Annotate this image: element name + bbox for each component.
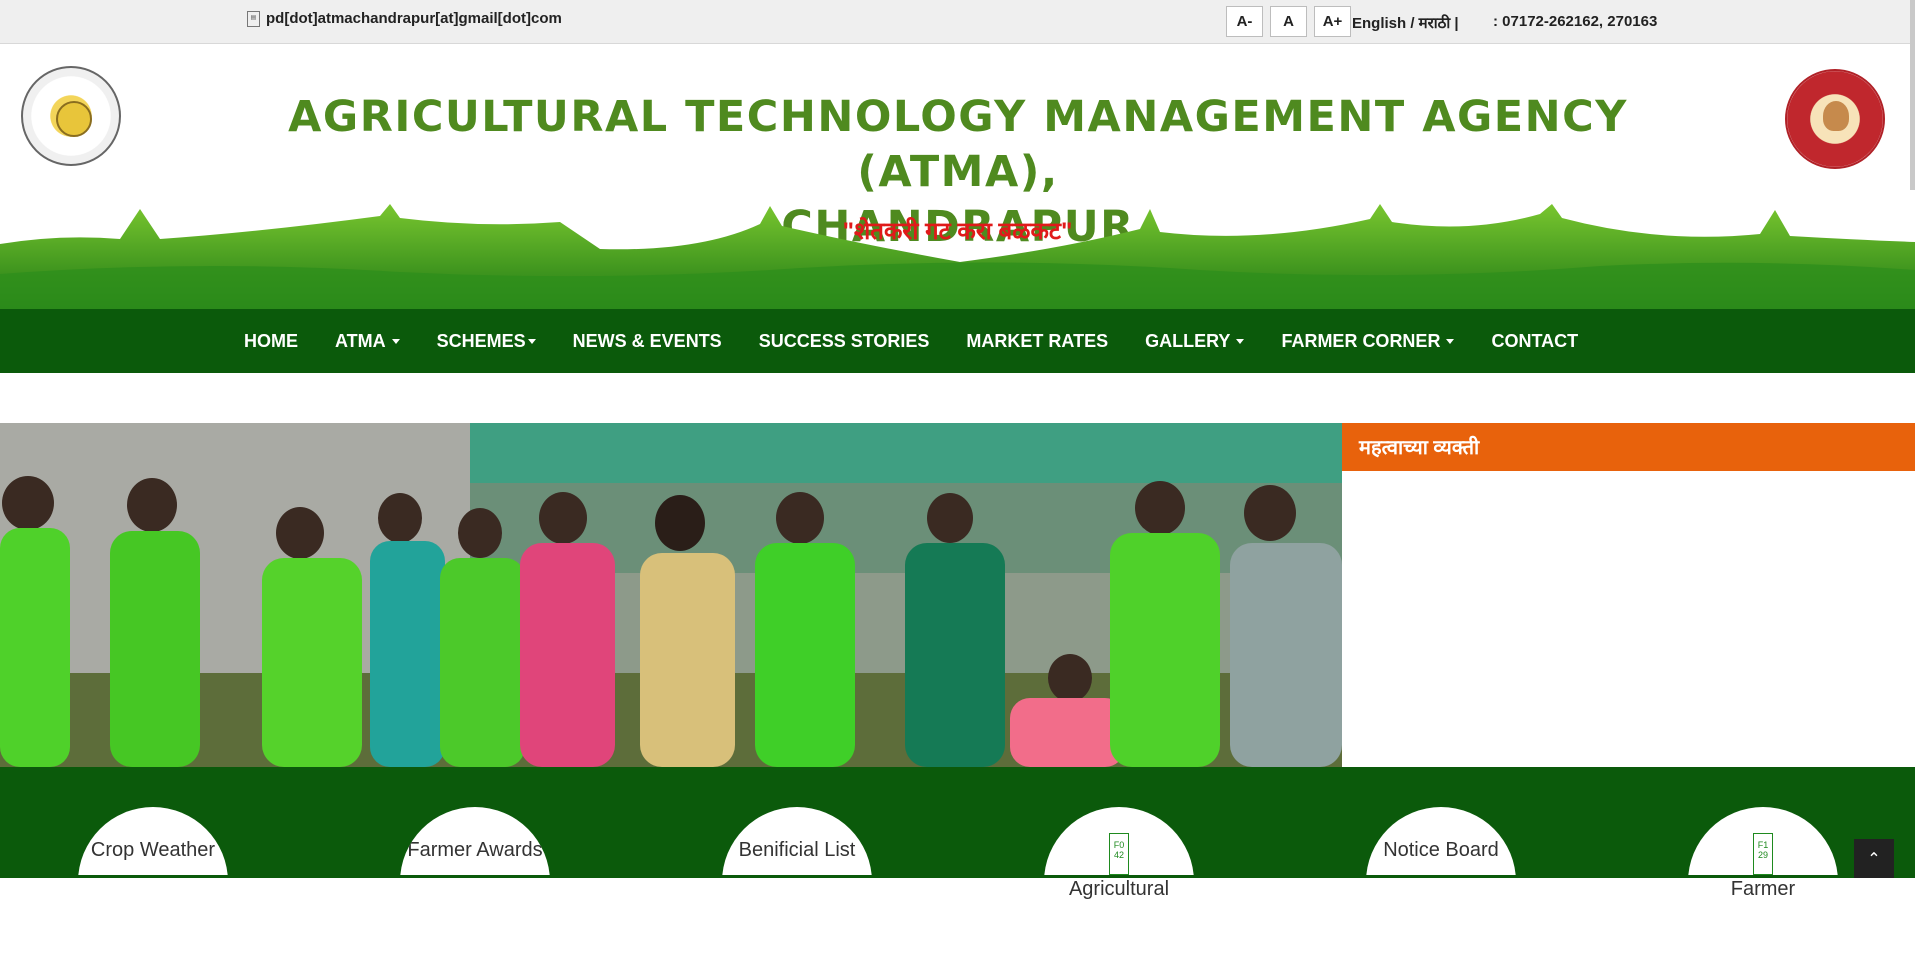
dropdown-caret-icon [391, 338, 400, 344]
atma-logo[interactable] [21, 66, 121, 166]
tile-farmer-awards[interactable]: Farmer Awards [400, 807, 550, 957]
important-persons-panel: महत्वाच्या व्यक्ती [1342, 423, 1915, 767]
nav-market-rates[interactable]: MARKET RATES [966, 331, 1108, 352]
tile-farmer-label: Farmer [1730, 878, 1796, 900]
site-header: AGRICULTURAL TECHNOLOGY MANAGEMENT AGENC… [0, 44, 1915, 309]
tile-farmer[interactable]: F1 29 Farmer [1688, 807, 1838, 957]
missing-glyph-icon: F1 29 [1753, 833, 1773, 875]
dropdown-caret-icon [527, 338, 536, 344]
site-title-line1: AGRICULTURAL TECHNOLOGY MANAGEMENT AGENC… [288, 92, 1628, 197]
nav-news-events[interactable]: NEWS & EVENTS [573, 331, 722, 352]
chevron-up-icon: ⌃ [1867, 850, 1881, 868]
dropdown-caret-icon [1446, 338, 1455, 344]
nav-home[interactable]: HOME [244, 331, 298, 352]
nav-farmer-corner[interactable]: FARMER CORNER [1281, 330, 1455, 352]
font-size-controls: A- A A+ [1226, 6, 1351, 37]
tile-crop-weather-label: Crop Weather [90, 839, 216, 861]
nav-atma[interactable]: ATMA [335, 331, 400, 352]
nav-news-events-label: NEWS & EVENTS [572, 330, 722, 351]
tile-benificial-list[interactable]: Benificial List [722, 807, 872, 957]
page-scrollbar[interactable] [1910, 0, 1915, 190]
tile-agricultural[interactable]: F0 42 Agricultural [1044, 807, 1194, 957]
nav-schemes-label: SCHEMES [436, 330, 526, 351]
nav-farmer-corner-label: FARMER CORNER [1281, 330, 1441, 351]
mail-icon: ▤ [247, 10, 260, 27]
nav-success-stories-label: SUCCESS STORIES [758, 330, 930, 351]
important-persons-heading: महत्वाच्या व्यक्ती [1342, 423, 1915, 471]
farmer-association-logo [1785, 69, 1885, 169]
contact-phone: : 07172-262162, 270163 [1493, 13, 1658, 30]
tile-agricultural-label: Agricultural [1068, 878, 1170, 900]
language-switch[interactable]: English / मराठी | [1352, 13, 1459, 33]
dropdown-caret-icon [1236, 338, 1245, 344]
nav-gallery[interactable]: GALLERY [1145, 330, 1245, 352]
nav-gallery-label: GALLERY [1145, 330, 1231, 351]
nav-atma-label: ATMA [335, 330, 386, 351]
main-nav: HOME ATMA SCHEMES NEWS & EVENTS SUCCESS … [0, 309, 1915, 373]
font-reset-button[interactable]: A [1270, 6, 1307, 37]
font-increase-button[interactable]: A+ [1314, 6, 1351, 37]
nav-home-label: HOME [244, 330, 298, 351]
nav-contact[interactable]: CONTACT [1491, 331, 1578, 352]
tile-benificial-list-label: Benificial List [738, 839, 856, 861]
tile-notice-board-label: Notice Board [1383, 839, 1499, 861]
tile-crop-weather[interactable]: Crop Weather [78, 807, 228, 957]
tile-farmer-awards-label: Farmer Awards [407, 839, 543, 861]
nav-contact-label: CONTACT [1491, 330, 1579, 351]
group-photo-illustration [0, 423, 1342, 767]
missing-glyph-icon: F0 42 [1109, 833, 1129, 875]
scroll-to-top-button[interactable]: ⌃ [1854, 839, 1894, 878]
nav-market-rates-label: MARKET RATES [966, 330, 1109, 351]
top-bar: ▤ pd[dot]atmachandrapur[at]gmail[dot]com… [0, 0, 1915, 44]
nav-success-stories[interactable]: SUCCESS STORIES [759, 331, 930, 352]
nav-schemes[interactable]: SCHEMES [437, 331, 536, 352]
quick-links-section: Crop Weather Farmer Awards Benificial Li… [0, 767, 1915, 957]
contact-email[interactable]: ▤ pd[dot]atmachandrapur[at]gmail[dot]com [247, 10, 562, 27]
font-decrease-button[interactable]: A- [1226, 6, 1263, 37]
banner-photo [0, 423, 1342, 767]
tagline: "शेतकरी गट करा बळकट" [842, 218, 1073, 245]
tile-notice-board[interactable]: Notice Board [1366, 807, 1516, 957]
email-text: pd[dot]atmachandrapur[at]gmail[dot]com [266, 10, 562, 27]
